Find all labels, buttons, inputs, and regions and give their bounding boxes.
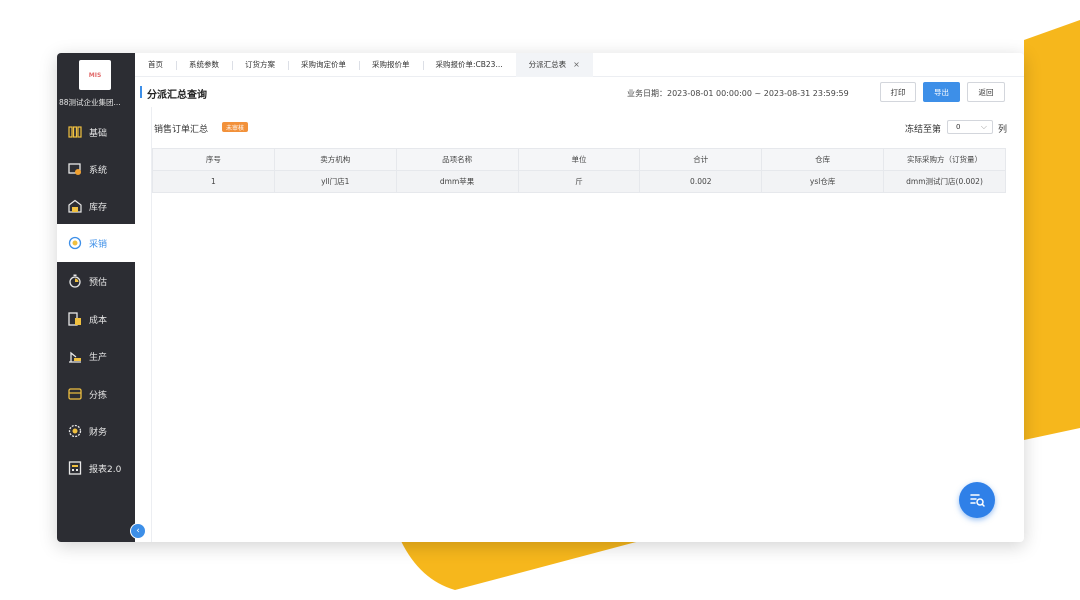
column-header[interactable]: 仓库 [761, 148, 885, 171]
warehouse-icon [68, 199, 82, 213]
tab-label: 采购询定价单 [301, 60, 346, 69]
table-cell: yll门店1 [273, 170, 397, 193]
sidebar-item-label: 基础 [89, 128, 108, 139]
back-button[interactable]: 返回 [967, 82, 1005, 102]
page-header: 分派汇总查询 业务日期：2023-08-01 00:00:00 ~ 2023-0… [135, 77, 1024, 107]
table-cell: ysl仓库 [761, 170, 885, 193]
tab-purchase-quote-cb23[interactable]: 采购报价单:CB23... [422, 53, 516, 77]
freeze-label: 冻结至第 [905, 125, 942, 135]
table-header-row: 序号 卖方机构 品项名称 单位 合计 仓库 实际采购方（订货量） [152, 148, 1006, 171]
sidebar-item-finance[interactable]: 财务 [57, 412, 135, 450]
sidebar-item-production[interactable]: 生产 [57, 337, 135, 375]
tab-label: 采购报价单 [372, 60, 410, 69]
sidebar-item-label: 财务 [89, 427, 108, 438]
stopwatch-icon [69, 274, 81, 288]
tab-label: 首页 [148, 60, 163, 69]
sidebar-item-purchase-sales[interactable]: 采销 [57, 224, 135, 262]
sidebar-item-label: 成本 [89, 315, 108, 326]
freeze-value: 0 [956, 123, 961, 131]
tab-dispatch-summary[interactable]: 分派汇总表 × [515, 53, 593, 77]
sidebar-item-label: 系统 [89, 165, 108, 176]
sidebar-item-label: 库存 [89, 202, 108, 213]
table-row[interactable]: 1 yll门店1 dmm苹果 斤 0.002 ysl仓库 dmm测试门店(0.0… [152, 170, 1006, 193]
sidebar-item-system[interactable]: 系统 [57, 150, 135, 188]
freeze-suffix: 列 [998, 125, 1008, 135]
table-cell: dmm测试门店(0.002) [883, 170, 1006, 193]
section-title: 销售订单汇总 [154, 125, 209, 135]
column-header[interactable]: 序号 [152, 148, 275, 171]
search-filter-button[interactable] [959, 482, 995, 518]
tab-purchase-inquiry[interactable]: 采购询定价单 [288, 53, 359, 77]
column-header[interactable]: 实际采购方（订货量） [883, 148, 1006, 171]
tab-label: 订货方案 [245, 60, 275, 69]
sidebar-item-cost[interactable]: 成本 [57, 300, 135, 338]
sidebar-item-label: 预估 [89, 277, 108, 288]
sidebar-item-label: 报表2.0 [89, 464, 122, 475]
table-cell: 0.002 [639, 170, 763, 193]
column-header[interactable]: 合计 [639, 148, 763, 171]
tab-system-params[interactable]: 系统参数 [176, 53, 232, 77]
tab-label: 系统参数 [189, 60, 219, 69]
production-icon [69, 351, 81, 363]
column-header[interactable]: 品项名称 [395, 148, 519, 171]
column-header[interactable]: 卖方机构 [273, 148, 397, 171]
sidebar-item-report[interactable]: 报表2.0 [57, 449, 135, 487]
purchase-sales-icon [68, 236, 82, 250]
main-content: 销售订单汇总 未审核 冻结至第 0 ⌵ 列 序号 卖方机构 品项名称 单位 合计… [151, 107, 1024, 542]
ledger-icon [68, 312, 81, 326]
chevron-down-icon: ⌵ [980, 122, 987, 131]
system-icon [68, 163, 81, 175]
sidebar-item-sorting[interactable]: 分拣 [57, 375, 135, 413]
sidebar-item-label: 分拣 [89, 390, 108, 401]
tab-label: 采购报价单:CB23... [435, 60, 503, 69]
sorting-icon [68, 388, 82, 400]
business-date-range: 业务日期：2023-08-01 00:00:00 ~ 2023-08-31 23… [627, 89, 849, 98]
report-icon [68, 461, 82, 475]
chevron-left-icon: ‹ [136, 526, 140, 536]
logo-text: MIS [88, 71, 102, 79]
status-badge: 未审核 [222, 122, 249, 132]
sidebar-item-label: 采销 [89, 239, 108, 250]
tab-label: 分派汇总表 [528, 60, 567, 69]
company-logo[interactable]: MIS [79, 60, 111, 90]
close-icon[interactable]: × [573, 60, 580, 69]
sidebar-item-estimate[interactable]: 预估 [57, 262, 135, 300]
page-title: 分派汇总查询 [147, 90, 207, 101]
company-name[interactable]: 88测试企业集团... [59, 97, 135, 108]
column-header[interactable]: 单位 [517, 148, 641, 171]
export-button[interactable]: 导出 [923, 82, 960, 102]
sidebar-item-inventory[interactable]: 库存 [57, 187, 135, 225]
summary-table: 序号 卖方机构 品项名称 单位 合计 仓库 实际采购方（订货量） 1 yll门店… [152, 148, 1006, 193]
tab-bar: 首页 系统参数 订货方案 采购询定价单 采购报价单 采购报价单:CB23... … [135, 53, 1024, 77]
filter-search-icon [970, 494, 985, 507]
app-window: MIS 88测试企业集团... 基础 系统 库存 采销 预估 成本 生产 分拣 … [57, 53, 1024, 542]
freeze-column-select[interactable]: 0 ⌵ [947, 120, 993, 134]
screen: MIS 88测试企业集团... 基础 系统 库存 采销 预估 成本 生产 分拣 … [0, 0, 1080, 600]
finance-icon [68, 424, 82, 438]
sidebar: MIS 88测试企业集团... 基础 系统 库存 采销 预估 成本 生产 分拣 … [57, 53, 135, 542]
sidebar-item-label: 生产 [89, 352, 108, 363]
tab-purchase-quote[interactable]: 采购报价单 [359, 53, 423, 77]
collapse-sidebar-button[interactable]: ‹ [130, 523, 146, 539]
table-cell: 斤 [517, 170, 641, 193]
title-accent-bar [140, 86, 142, 98]
tab-order-plan[interactable]: 订货方案 [232, 53, 288, 77]
print-button[interactable]: 打印 [880, 82, 916, 102]
database-icon [68, 126, 82, 138]
table-cell: 1 [152, 170, 275, 193]
table-cell: dmm苹果 [395, 170, 519, 193]
sidebar-item-basic[interactable]: 基础 [57, 113, 135, 151]
tab-home[interactable]: 首页 [135, 53, 176, 77]
